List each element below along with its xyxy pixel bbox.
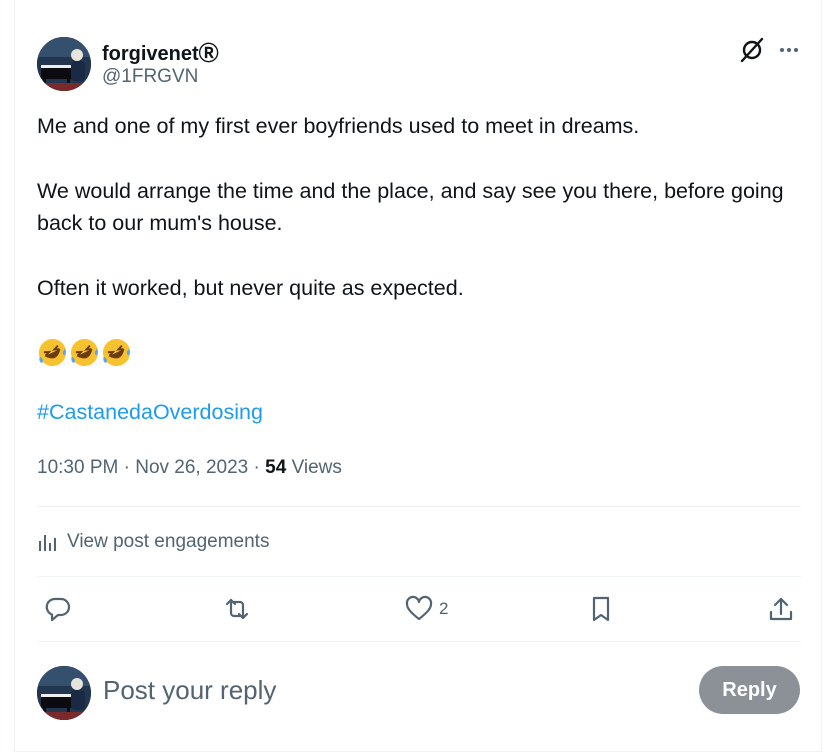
like-button[interactable]: 2 <box>405 594 448 624</box>
like-icon <box>405 595 433 621</box>
post-date[interactable]: Nov 26, 2023 <box>135 457 248 478</box>
views-label: Views <box>291 457 342 478</box>
divider <box>37 641 801 642</box>
analytics-icon <box>39 535 56 551</box>
post-paragraph: We would arrange the time and the place,… <box>37 178 784 236</box>
view-engagements-link[interactable]: View post engagements <box>37 527 269 557</box>
rolling-laughing-emoji-icon: 🤣 <box>101 337 131 367</box>
reply-icon <box>45 597 71 622</box>
emoji-row: 🤣 🤣 🤣 <box>37 337 133 369</box>
hashtag-link[interactable]: #CastanedaOverdosing <box>37 400 263 425</box>
reply-submit-button[interactable]: Reply <box>699 666 800 714</box>
repost-icon <box>225 598 249 620</box>
like-count: 2 <box>439 599 449 618</box>
post-meta: 10:30 PM · Nov 26, 2023 · 54 Views <box>37 457 342 479</box>
divider <box>37 506 801 507</box>
post-paragraph: Often it worked, but never quite as expe… <box>37 275 464 300</box>
emoji-glyph: 🤣 <box>101 337 103 338</box>
divider <box>37 576 801 577</box>
bookmark-button[interactable] <box>587 594 615 624</box>
author-handle[interactable]: @1FRGVN <box>102 66 198 88</box>
share-button[interactable] <box>767 594 795 624</box>
post-paragraph: Me and one of my first ever boyfriends u… <box>37 114 640 138</box>
share-icon <box>769 597 793 621</box>
emoji-glyph: 🤣 <box>69 337 71 338</box>
author-avatar[interactable] <box>37 37 91 91</box>
more-icon[interactable] <box>777 38 801 62</box>
reply-input[interactable]: Post your reply <box>103 672 276 708</box>
emoji-glyph: 🤣 <box>37 337 39 338</box>
repost-button[interactable] <box>223 594 251 624</box>
view-engagements-label: View post engagements <box>67 531 270 552</box>
avatar-pianist-icon <box>37 666 91 720</box>
rolling-laughing-emoji-icon: 🤣 <box>37 337 67 367</box>
avatar-pianist-icon <box>37 37 91 91</box>
grok-icon[interactable] <box>738 36 766 64</box>
current-user-avatar <box>37 666 91 720</box>
post-time[interactable]: 10:30 PM <box>37 457 118 478</box>
views-count: 54 <box>265 457 287 478</box>
meta-separator: · <box>123 457 130 478</box>
meta-separator: · <box>253 457 260 478</box>
rolling-laughing-emoji-icon: 🤣 <box>69 337 99 367</box>
bookmark-icon <box>592 596 610 622</box>
post-card: forgivenetⓇ @1FRGVN Me and one of my fir… <box>14 0 822 752</box>
post-text: Me and one of my first ever boyfriends u… <box>37 110 807 304</box>
author-display-name[interactable]: forgivenetⓇ <box>102 37 219 66</box>
reply-button[interactable] <box>44 594 72 624</box>
